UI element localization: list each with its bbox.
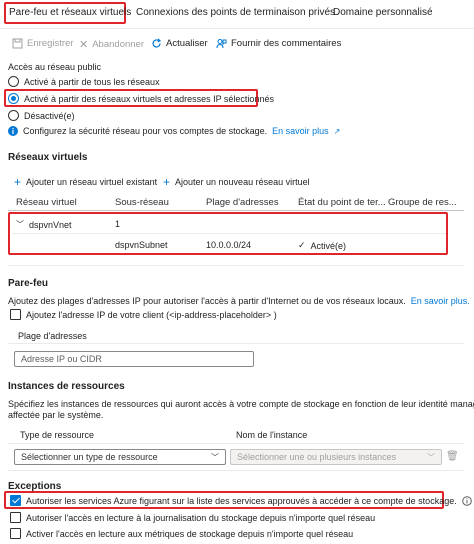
endpoint-state: ✓ Activé(e) [298,240,346,251]
add-existing-vnet-button[interactable]: + Ajouter un réseau virtuel existant [14,175,157,189]
refresh-label: Actualiser [166,38,208,49]
metrics-label: Activer l'accès en lecture aux métriques… [26,528,354,539]
radio-option-disabled[interactable]: Désactivé(e) [8,110,75,121]
logging-checkbox[interactable] [10,512,21,523]
info-icon[interactable] [461,495,472,506]
feedback-label: Fournir des commentaires [231,38,342,49]
row-divider [12,233,446,234]
metrics-checkbox[interactable] [10,528,21,539]
subnet-name: dspvnSubnet [115,240,168,250]
radio-selected[interactable] [8,93,19,104]
feedback-icon [216,39,227,49]
subnet-count: 1 [115,219,121,229]
plus-icon: + [163,175,171,189]
network-security-info: Configurez la sécurité réseau pour vos c… [8,126,340,136]
subnet-range: 10.0.0.0/24 [206,240,252,250]
radio-selected-label: Activé à partir des réseaux virtuels et … [24,93,274,104]
plus-icon: + [14,175,22,189]
tab-firewall[interactable]: Pare-feu et réseaux virtuels [9,7,131,18]
col-endpoint-state[interactable]: État du point de ter... [298,197,386,208]
resource-type-select[interactable]: Sélectionner un type de ressource ﹀ [14,449,226,465]
col-address-range[interactable]: Plage d'adresses [206,197,279,208]
col-subnet[interactable]: Sous-réseau [115,197,169,208]
network-security-text: Configurez la sécurité réseau pour vos c… [23,126,268,136]
save-icon [12,38,23,49]
delete-icon[interactable]: 🗑 [446,451,459,462]
add-existing-vnet-label: Ajouter un réseau virtuel existant [26,177,158,187]
add-new-vnet-button[interactable]: + Ajouter un nouveau réseau virtuel [163,175,310,189]
tabs-divider [0,28,474,29]
chevron-down-icon: ﹀ [211,452,219,462]
section-divider [8,265,464,266]
table-row[interactable]: ﹀ dspvnVnet [16,219,72,230]
address-range-input[interactable]: Adresse IP ou CIDR [14,351,254,367]
instances-description-2: affectée par le système. [8,410,104,420]
save-label: Enregistrer [27,38,74,49]
firewall-learn-more-link[interactable]: En savoir plus. [411,296,470,306]
public-access-label: Accès au réseau public [8,62,102,72]
save-button[interactable]: Enregistrer [12,38,73,49]
logging-label: Autoriser l'accès en lecture à la journa… [26,512,376,523]
client-ip-checkbox[interactable] [10,309,21,320]
trusted-services-checkbox[interactable] [10,495,21,506]
refresh-button[interactable]: Actualiser [151,38,208,49]
radio-option-all[interactable]: Activé à partir de tous les réseaux [8,76,160,87]
checkmark-icon: ✓ [298,240,306,250]
vnet-name: dspvnVnet [29,219,72,230]
client-ip-option[interactable]: Ajoutez l'adresse IP de votre client (<i… [10,309,277,320]
external-link-icon: ↗ [333,126,341,136]
tab-custom-domain[interactable]: Domaine personnalisé [333,7,433,18]
firewall-description-text: Ajoutez des plages d'adresses IP pour au… [8,296,406,306]
close-icon: ✕ [79,39,89,51]
exception-metrics[interactable]: Activer l'accès en lecture aux métriques… [10,528,353,539]
col-resource-group[interactable]: Groupe de res... [388,197,457,208]
col-vnet[interactable]: Réseau virtuel [16,197,77,208]
vnets-title: Réseaux virtuels [8,152,88,163]
radio-disabled-label: Désactivé(e) [24,110,75,121]
endpoint-state-label: Activé(e) [310,240,347,251]
radio-option-selected[interactable]: Activé à partir des réseaux virtuels et … [8,93,274,104]
table-header-divider [8,210,464,211]
chevron-down-icon: ﹀ [427,452,435,462]
address-range-label: Plage d'adresses [18,331,87,341]
add-new-vnet-label: Ajouter un nouveau réseau virtuel [175,177,310,187]
radio-all[interactable] [8,76,19,87]
range-divider [8,343,464,344]
instances-description-1: Spécifiez les instances de ressources qu… [8,399,474,409]
instances-title: Instances de ressources [8,381,125,392]
tab-private-endpoints[interactable]: Connexions des points de terminaison pri… [136,7,335,18]
learn-more-link[interactable]: En savoir plus [272,126,329,136]
col-resource-type: Type de ressource [20,430,95,440]
discard-button[interactable]: ✕ Abandonner [79,38,144,51]
client-ip-label: Ajoutez l'adresse IP de votre client (<i… [26,309,277,320]
instance-name-select[interactable]: Sélectionner une ou plusieurs instances … [230,449,442,465]
exception-trusted-services[interactable]: Autoriser les services Azure figurant su… [10,495,472,506]
refresh-icon [152,38,162,48]
chevron-down-icon[interactable]: ﹀ [16,219,24,230]
discard-label: Abandonner [92,39,144,50]
instance-name-placeholder: Sélectionner une ou plusieurs instances [237,452,397,462]
info-icon [8,126,18,136]
instances-bottom-divider [8,470,464,471]
trusted-services-label: Autoriser les services Azure figurant su… [26,495,457,506]
radio-disabled[interactable] [8,110,19,121]
firewall-description: Ajoutez des plages d'adresses IP pour au… [8,296,470,306]
firewall-title: Pare-feu [8,278,49,289]
feedback-button[interactable]: Fournir des commentaires [216,38,341,49]
resource-type-placeholder: Sélectionner un type de ressource [21,452,158,462]
radio-all-label: Activé à partir de tous les réseaux [24,76,160,87]
col-instance-name: Nom de l'instance [236,430,308,440]
exception-logging[interactable]: Autoriser l'accès en lecture à la journa… [10,512,375,523]
instances-divider [8,443,464,444]
